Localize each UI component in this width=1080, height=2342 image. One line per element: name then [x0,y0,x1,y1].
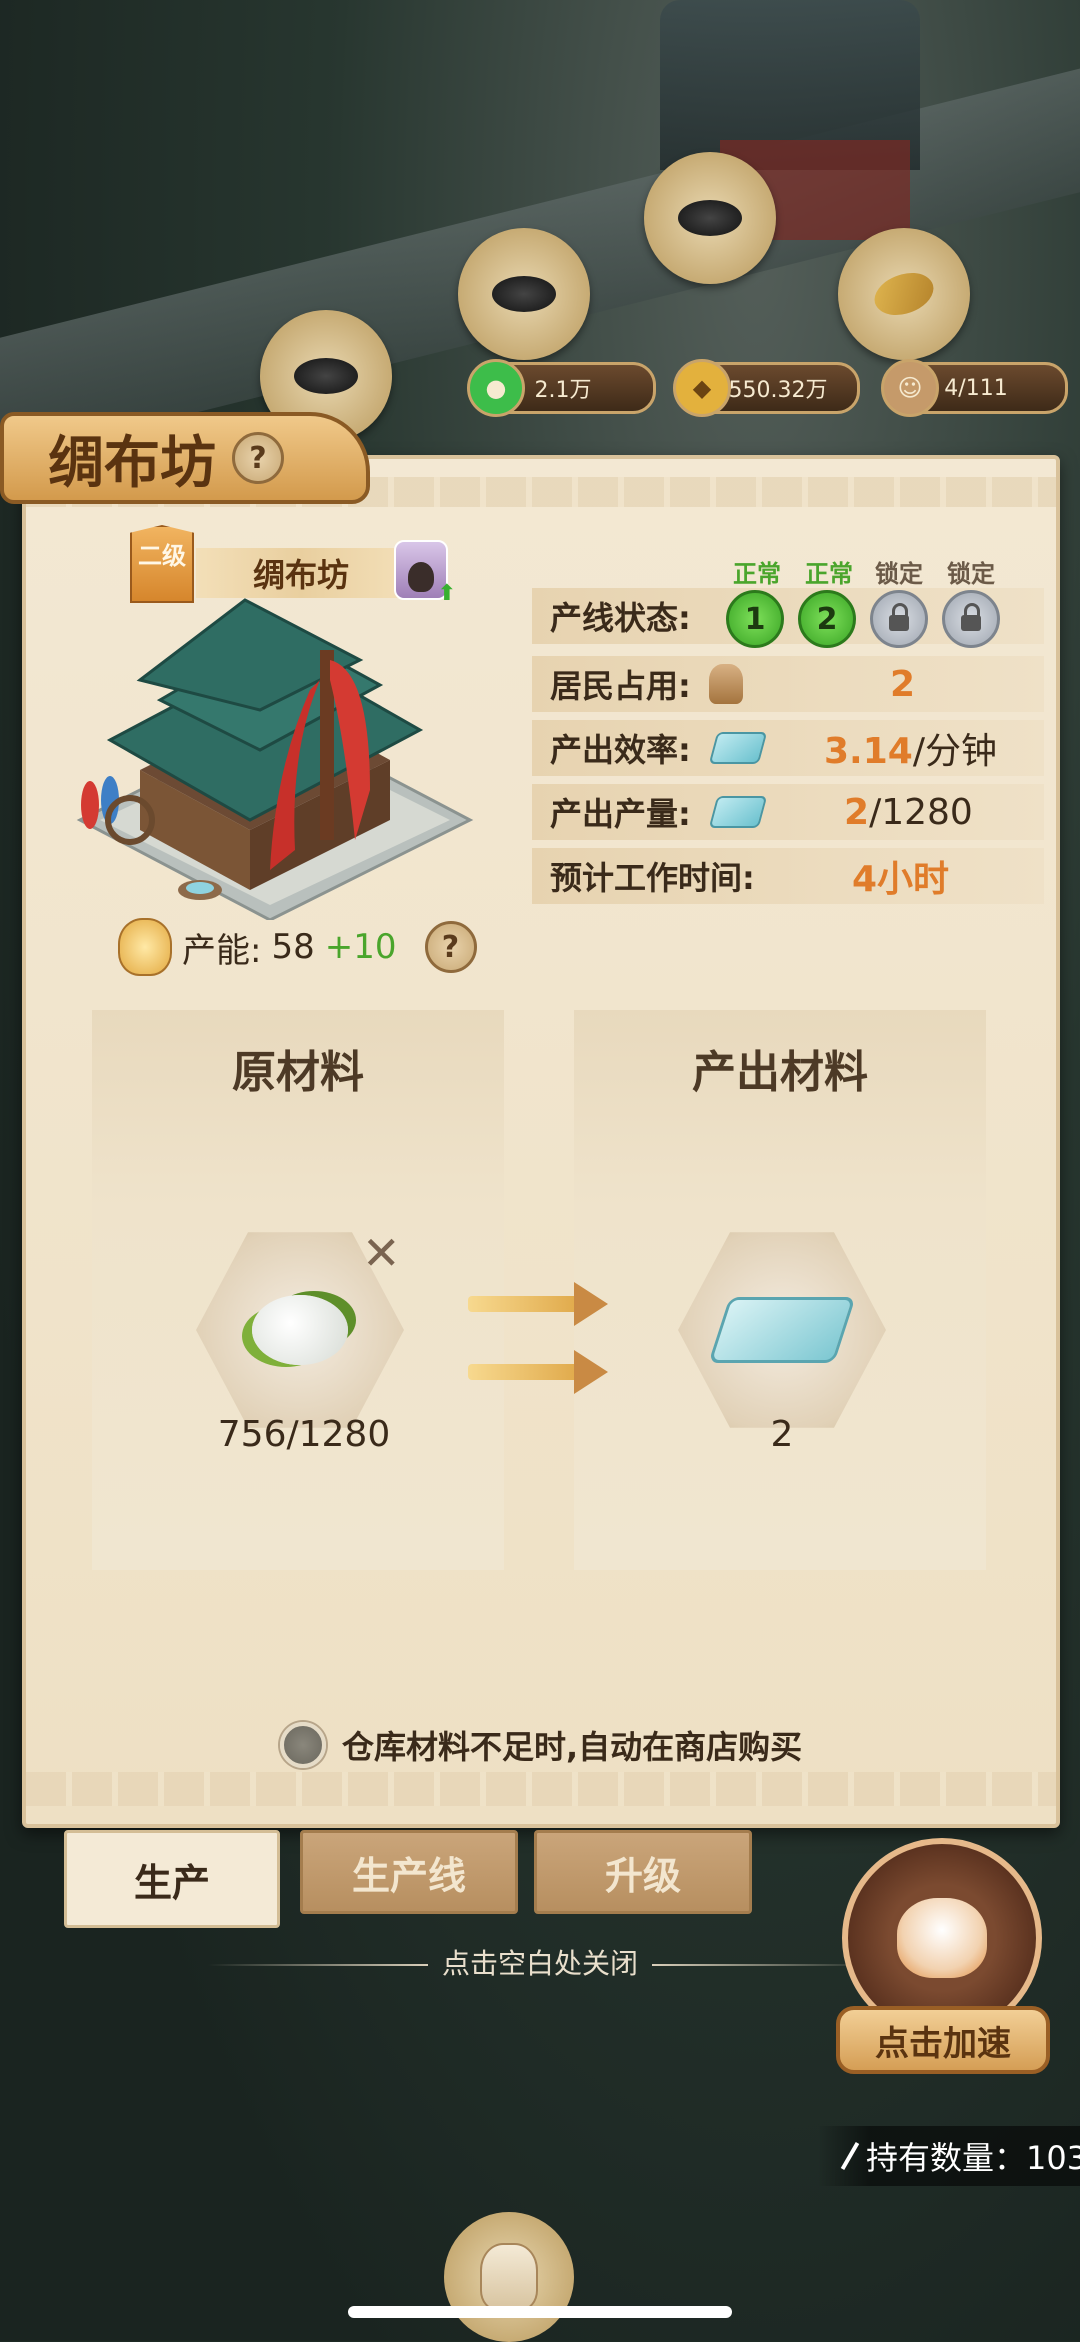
lock-icon [889,603,909,631]
production-line-4-locked[interactable] [942,590,1000,648]
panel-bottom-border [26,1772,1056,1806]
capacity-row: 产能: 58 +10 ? [118,918,477,976]
wine-jar-bubble-icon[interactable] [444,2212,574,2342]
production-line-2[interactable]: 2 [798,590,856,648]
silk-workshop-illustration [76,598,474,920]
arrow-right-icon [468,1282,608,1326]
cat-icon [897,1898,987,1978]
page-title: 绸布坊 [48,429,216,496]
resident-resource[interactable]: ☺ 4/111 [881,359,1068,417]
jade-coin-icon: ● [467,359,525,417]
capacity-value: 58 [271,927,315,967]
output-max: /1280 [869,791,973,833]
tab-production[interactable]: 生产 [64,1830,280,1928]
output-material-header: 产出材料 [692,1047,868,1098]
line-status-label: 产线状态: [550,599,691,637]
worktime-value: 4小时 [852,859,950,900]
line-1-status: 正常 [733,560,781,588]
help-icon[interactable]: ? [232,432,284,484]
silk-cloth-icon [708,1297,856,1363]
hold-count: 持有数量：103 [866,2139,1080,2177]
efficiency-unit: /分钟 [912,731,997,772]
efficiency-label: 产出效率: [550,731,691,769]
production-line-3-locked[interactable] [870,590,928,648]
resident-icon: ☺ [881,359,939,417]
pickaxe-icon [840,2142,860,2170]
home-indicator[interactable] [348,2306,732,2318]
auto-buy-option[interactable]: 仓库材料不足时,自动在商店购买 [280,1722,802,1768]
hold-count-bar: 持有数量：103 [818,2126,1080,2186]
efficiency-row: 产出效率: 3.14/分钟 [532,720,1044,776]
residents-row: 居民占用: 2 [532,656,1044,712]
capacity-label: 产能: [182,930,262,971]
production-line-1[interactable]: 1 [726,590,784,648]
resident-value: 4/111 [944,375,1008,401]
worktime-label: 预计工作时间: [550,859,755,897]
input-material-header: 原材料 [232,1047,364,1098]
wheat-bubble-icon[interactable] [838,228,970,360]
silkworm-cocoon-icon [252,1295,348,1365]
title-banner: 绸布坊 ? [0,412,370,504]
speedup-button[interactable]: 点击加速 [836,2006,1050,2074]
coin-resource[interactable]: ◆ 550.32万 [673,359,860,417]
output-label: 产出产量: [550,795,691,833]
output-current: 2 [844,791,870,833]
coal-bubble-icon[interactable] [458,228,590,360]
silk-cloth-icon [708,732,768,764]
line-4-status: 锁定 [947,560,995,588]
arrow-right-icon [468,1350,608,1394]
worktime-row: 预计工作时间: 4小时 [532,848,1044,904]
output-row: 产出产量: 2/1280 [532,784,1044,840]
auto-buy-label: 仓库材料不足时,自动在商店购买 [342,1728,803,1766]
tab-production-lines[interactable]: 生产线 [300,1830,518,1914]
remove-material-button[interactable]: ✕ [362,1226,401,1280]
lock-icon [961,603,981,631]
line-3-status: 锁定 [875,560,923,588]
capacity-bag-icon [118,918,172,976]
resident-icon [708,664,743,704]
capacity-bonus: +10 [324,927,397,967]
input-material-count: 756/1280 [217,1414,391,1455]
silk-cloth-icon [708,796,768,828]
jade-resource[interactable]: ● 2.1万 [467,359,656,417]
tab-upgrade[interactable]: 升级 [534,1830,752,1914]
line-2-status: 正常 [805,560,853,588]
efficiency-value: 3.14 [824,731,913,772]
residents-label: 居民占用: [550,667,691,705]
speedup-widget[interactable]: 点击加速 [836,1838,1056,2078]
jade-value: 2.1万 [534,378,592,403]
copper-coin-icon: ◆ [673,359,731,417]
auto-buy-radio[interactable] [280,1722,326,1768]
output-material-count: 2 [770,1414,794,1455]
coal-bubble-icon[interactable] [644,152,776,284]
capacity-help-icon[interactable]: ? [424,921,477,973]
residents-value: 2 [890,663,916,705]
